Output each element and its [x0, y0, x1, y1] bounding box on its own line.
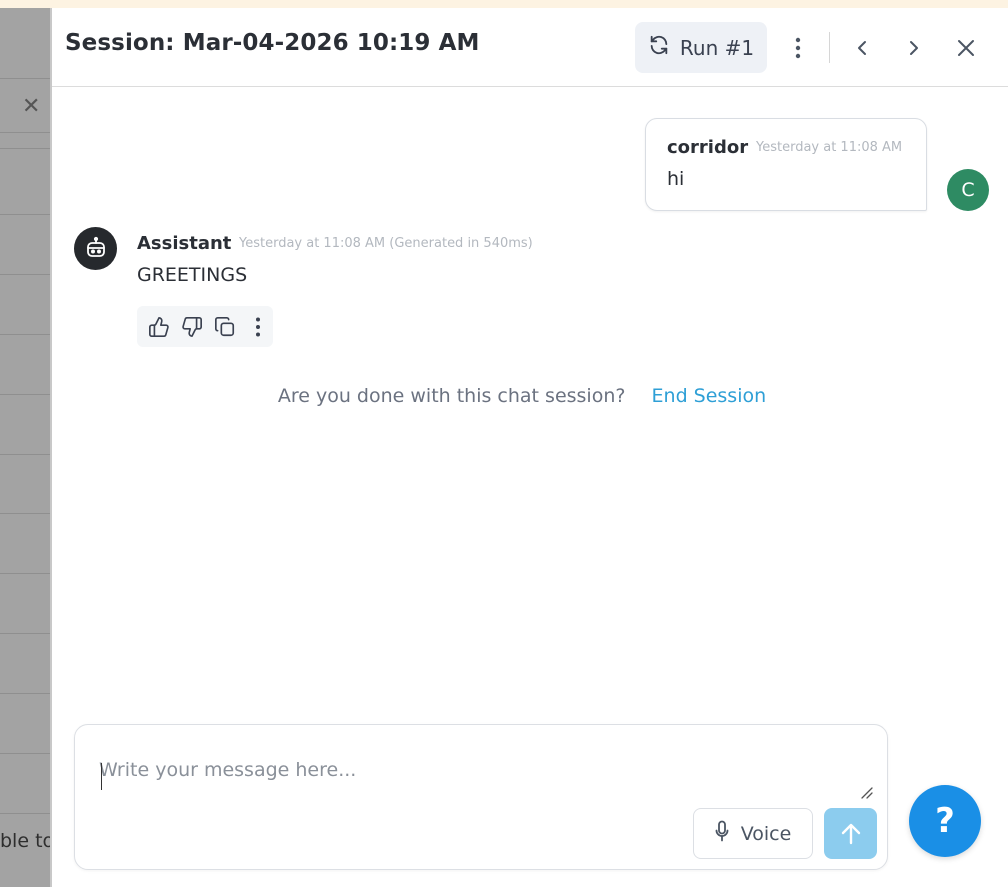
- divider: [0, 394, 50, 395]
- divider: [0, 148, 50, 149]
- send-button[interactable]: [824, 808, 877, 859]
- voice-button[interactable]: Voice: [693, 808, 813, 859]
- close-icon[interactable]: [950, 28, 982, 68]
- user-message-text: hi: [667, 168, 685, 190]
- help-button[interactable]: ?: [909, 785, 981, 857]
- top-strip: [0, 0, 1008, 8]
- divider: [0, 78, 50, 79]
- assistant-name: Assistant: [137, 233, 232, 254]
- end-session-prompt: Are you done with this chat session? End…: [52, 385, 992, 407]
- user-message: corridor Yesterday at 11:08 AM hi: [645, 118, 927, 211]
- divider: [0, 132, 50, 133]
- divider: [0, 513, 50, 514]
- arrow-up-icon: [841, 823, 860, 844]
- copy-icon[interactable]: [210, 311, 241, 342]
- header-divider: [829, 32, 830, 63]
- divider: [0, 334, 50, 335]
- background-page: ✕ ble to: [0, 8, 50, 887]
- message-composer: Voice: [74, 724, 888, 870]
- panel-header: Session: Mar-04-2026 10:19 AM Run #1: [52, 8, 1008, 87]
- assistant-timestamp: Yesterday at 11:08 AM (Generated in 540m…: [239, 236, 533, 251]
- divider: [0, 573, 50, 574]
- divider: [0, 693, 50, 694]
- end-session-question: Are you done with this chat session?: [277, 385, 626, 407]
- session-panel: Session: Mar-04-2026 10:19 AM Run #1 cor…: [50, 8, 1008, 887]
- voice-label: Voice: [740, 822, 792, 845]
- message-actions: [137, 306, 273, 347]
- chevron-right-icon[interactable]: [898, 28, 930, 68]
- end-session-link[interactable]: End Session: [652, 385, 767, 407]
- divider: [0, 454, 50, 455]
- text-caret: [101, 763, 102, 790]
- thumbs-up-icon[interactable]: [144, 311, 175, 342]
- divider: [0, 813, 50, 814]
- close-icon[interactable]: ✕: [22, 96, 40, 118]
- chevron-left-icon[interactable]: [846, 28, 878, 68]
- run-button[interactable]: Run #1: [635, 22, 767, 73]
- robot-icon: [74, 227, 117, 270]
- run-label: Run #1: [679, 35, 755, 60]
- more-vertical-icon[interactable]: [242, 311, 273, 342]
- background-text: ble to: [0, 830, 50, 852]
- user-name: corridor: [667, 137, 749, 158]
- resize-handle-icon[interactable]: [859, 785, 873, 799]
- user-timestamp: Yesterday at 11:08 AM: [756, 140, 903, 155]
- message-input[interactable]: [99, 759, 859, 799]
- divider: [0, 633, 50, 634]
- more-options-icon[interactable]: [782, 28, 814, 68]
- divider: [0, 274, 50, 275]
- user-avatar: C: [947, 169, 989, 211]
- divider: [0, 753, 50, 754]
- refresh-icon: [648, 34, 670, 61]
- page-title: Session: Mar-04-2026 10:19 AM: [65, 30, 480, 56]
- divider: [0, 214, 50, 215]
- thumbs-down-icon[interactable]: [177, 311, 208, 342]
- microphone-icon: [715, 820, 729, 847]
- assistant-message-text: GREETINGS: [137, 264, 248, 286]
